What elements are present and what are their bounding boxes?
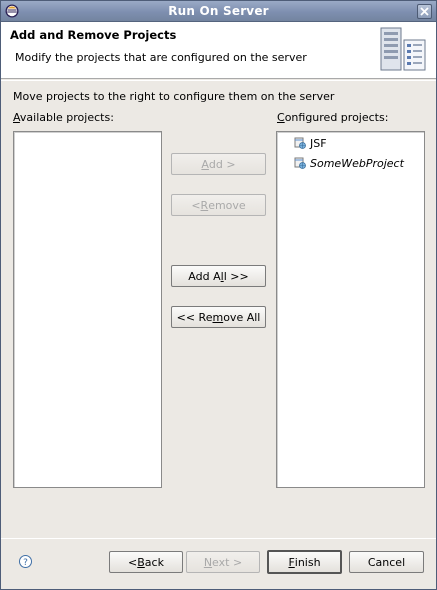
page-title: Add and Remove Projects <box>10 28 177 42</box>
window-title: Run On Server <box>168 4 269 18</box>
title-bar[interactable]: Run On Server <box>1 1 436 22</box>
remove-all-label-pre: << Re <box>176 310 213 324</box>
cancel-label: Cancel <box>367 555 406 569</box>
instruction-text: Move projects to the right to configure … <box>13 90 335 103</box>
remove-all-label-mnemonic: m <box>212 310 224 324</box>
next-label-mnemonic: N <box>203 555 213 569</box>
available-projects-label: Available projects: <box>13 111 114 124</box>
run-on-server-dialog: Run On Server Add and Remove Projects Mo… <box>0 0 437 590</box>
cancel-button[interactable]: Cancel <box>349 551 424 573</box>
banner-divider <box>1 80 436 81</box>
close-icon <box>420 7 429 16</box>
wizard-banner: Add and Remove Projects Modify the proje… <box>1 22 436 79</box>
back-label-post: ack <box>144 555 164 569</box>
configured-projects-label: Configured projects: <box>277 111 388 124</box>
remove-button[interactable]: < Remove <box>171 194 266 216</box>
web-project-icon <box>294 137 306 149</box>
web-project-icon <box>294 157 306 169</box>
next-button[interactable]: Next > <box>186 551 260 573</box>
add-label-post: dd > <box>208 157 236 171</box>
available-projects-list[interactable] <box>13 131 162 488</box>
configured-projects-list[interactable]: JSF SomeWebProject <box>276 131 425 488</box>
page-description: Modify the projects that are configured … <box>15 51 307 64</box>
add-button[interactable]: Add > <box>171 153 266 175</box>
back-label-pre: < <box>128 555 138 569</box>
server-wizard-icon <box>380 27 426 71</box>
add-all-button[interactable]: Add All >> <box>171 265 266 287</box>
add-all-label-post: l >> <box>223 269 249 283</box>
help-icon[interactable]: ? <box>19 555 32 568</box>
remove-label-mnemonic: R <box>200 198 209 212</box>
list-item-somewebproject[interactable]: SomeWebProject <box>294 155 404 171</box>
svg-text:?: ? <box>23 558 28 568</box>
close-button[interactable] <box>417 4 432 19</box>
configured-label-mnemonic: C <box>277 111 285 124</box>
next-label-post: ext > <box>212 555 243 569</box>
remove-all-button[interactable]: << Re m ove All <box>171 306 266 328</box>
project-label: SomeWebProject <box>310 156 404 170</box>
project-label: JSF <box>310 136 327 150</box>
available-label-text: vailable projects: <box>19 111 114 124</box>
back-label-mnemonic: B <box>137 555 145 569</box>
finish-label-post: inish <box>294 555 321 569</box>
finish-button[interactable]: Finish <box>267 550 342 574</box>
remove-all-label-post: ove All <box>223 310 261 324</box>
add-all-label-pre: Add A <box>188 269 221 283</box>
remove-label-pre: < <box>191 198 201 212</box>
list-item-jsf[interactable]: JSF <box>294 135 327 151</box>
configured-label-text: onfigured projects: <box>284 111 389 124</box>
remove-label-post: emove <box>208 198 246 212</box>
back-button[interactable]: < Back <box>109 551 183 573</box>
available-label-mnemonic: A <box>13 111 20 124</box>
footer-divider <box>1 538 436 539</box>
add-label-mnemonic: A <box>201 157 209 171</box>
